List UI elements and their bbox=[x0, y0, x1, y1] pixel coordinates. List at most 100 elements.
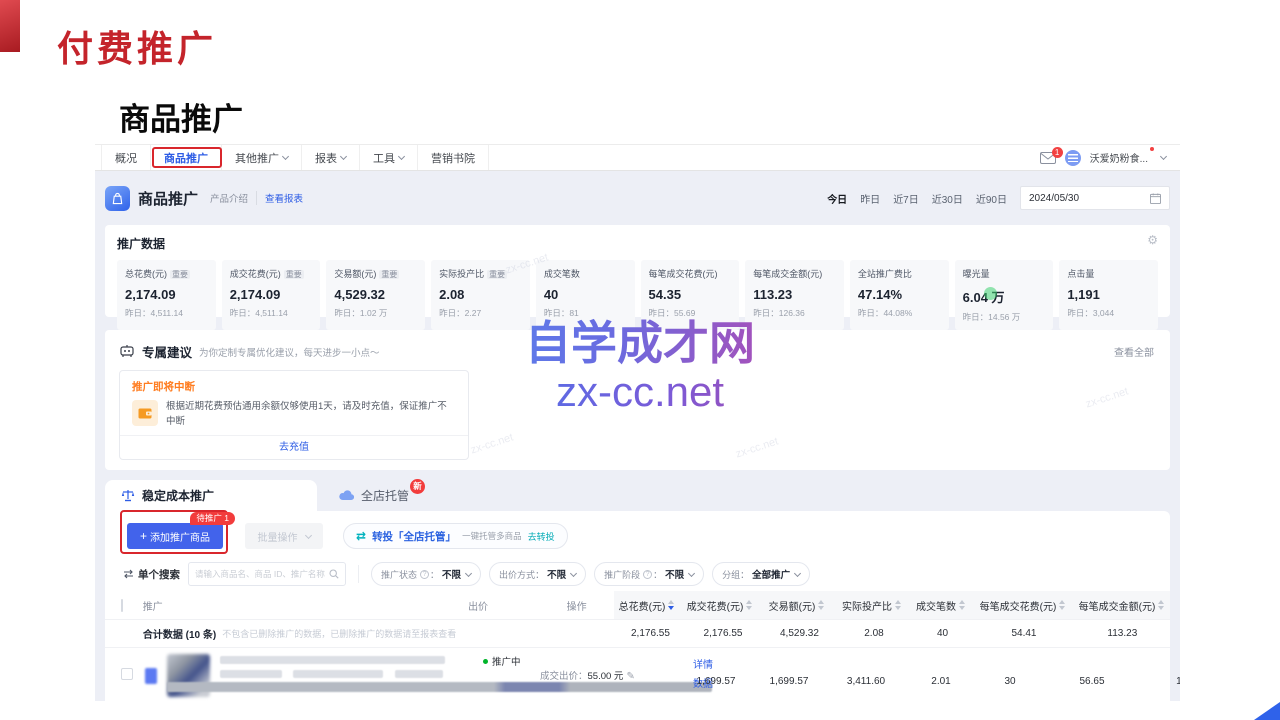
search-input[interactable] bbox=[195, 569, 329, 579]
gear-icon[interactable]: ⚙ bbox=[1147, 233, 1158, 247]
tab-full-store[interactable]: 全店托管 新 bbox=[317, 480, 431, 511]
col-orders[interactable]: 成交笔数 bbox=[910, 598, 972, 613]
sort-icon[interactable] bbox=[959, 600, 966, 610]
col-amount-per-order[interactable]: 每笔成交金额(元) bbox=[1074, 598, 1170, 613]
summary-label: 合计数据 (10 条) bbox=[143, 626, 216, 641]
chevron-down-icon bbox=[688, 569, 695, 576]
promo-data-title: 推广数据 bbox=[117, 235, 1158, 252]
avatar[interactable] bbox=[1065, 150, 1081, 166]
chevron-down-icon[interactable] bbox=[1160, 153, 1167, 160]
bid-info: 成交出价：55.00 元✎ bbox=[540, 668, 635, 682]
view-report-link[interactable]: 查看报表 bbox=[265, 191, 303, 205]
tab-stable-cost[interactable]: 稳定成本推广 bbox=[105, 480, 317, 511]
sort-icon[interactable] bbox=[1158, 600, 1165, 610]
scale-icon bbox=[121, 489, 135, 502]
blurred-tag bbox=[293, 670, 383, 678]
filter-promo-stage[interactable]: 推广阶段：不限 bbox=[594, 562, 704, 586]
wallet-icon bbox=[132, 400, 158, 426]
col-total-spend[interactable]: 总花费(元) bbox=[614, 598, 680, 613]
slide-title: 付费推广 bbox=[57, 20, 217, 72]
chevron-down-icon bbox=[794, 569, 801, 576]
metric-card-deal-spend[interactable]: 成交花费(元)重要 2,174.09 昨日：4,511.14 bbox=[222, 260, 321, 330]
section-heading: 商品推广 bbox=[119, 94, 243, 139]
shopping-bag-icon bbox=[105, 186, 130, 211]
suggestion-title: 专属建议 bbox=[142, 342, 192, 361]
view-all-link[interactable]: 查看全部 bbox=[1114, 344, 1154, 359]
col-op: 操作 bbox=[567, 598, 614, 613]
blurred-tag bbox=[220, 670, 282, 678]
divider bbox=[358, 565, 359, 583]
nav-tab-overview[interactable]: 概况 bbox=[101, 145, 151, 170]
metric-card-sitewide-ratio[interactable]: 全站推广费比 47.14% 昨日：44.08% bbox=[850, 260, 949, 330]
select-all-checkbox[interactable] bbox=[121, 599, 123, 612]
nav-tab-tools[interactable]: 工具 bbox=[360, 145, 418, 170]
important-badge: 重要 bbox=[170, 270, 190, 279]
table-row[interactable]: 推广中 成交出价：55.00 元✎ 详情 数据 1,699.57 1,699.5… bbox=[105, 647, 1170, 701]
metric-card-amount-per-order[interactable]: 每笔成交金额(元) 113.23 昨日：126.36 bbox=[745, 260, 844, 330]
summary-note: 不包含已删除推广的数据，已删除推广的数据请至报表查看 bbox=[222, 627, 456, 640]
sort-icon[interactable] bbox=[1059, 600, 1066, 610]
metric-card-orders[interactable]: 成交笔数 40 昨日：81 bbox=[536, 260, 635, 330]
app-content: 商品推广 产品介绍 查看报表 今日 昨日 近7日 近30日 近90日 2024/… bbox=[95, 171, 1180, 701]
new-badge: 新 bbox=[410, 479, 425, 494]
app-window: 概况 商品推广 其他推广 报表 工具 营销书院 1 沃爱奶粉食... bbox=[95, 144, 1180, 701]
summary-deal-spend: 2,176.55 bbox=[683, 628, 762, 639]
filter-group[interactable]: 分组：全部推广 bbox=[712, 562, 810, 586]
metric-card-clicks[interactable]: 点击量 1,191 昨日：3,044 bbox=[1059, 260, 1158, 330]
metric-card-impressions[interactable]: 曝光量 6.04 万 昨日：14.56 万 bbox=[955, 260, 1054, 330]
search-icon[interactable] bbox=[329, 569, 339, 579]
sort-icon[interactable] bbox=[668, 600, 675, 610]
range-7d[interactable]: 近7日 bbox=[893, 191, 919, 206]
range-yesterday[interactable]: 昨日 bbox=[860, 191, 880, 206]
important-badge: 重要 bbox=[284, 270, 304, 279]
row-checkbox[interactable] bbox=[121, 668, 133, 680]
notification-dot bbox=[1150, 147, 1154, 151]
promo-status: 推广中 bbox=[483, 654, 521, 668]
add-promo-button[interactable]: 添加推广商品 bbox=[127, 523, 223, 549]
recharge-link[interactable]: 去充值 bbox=[120, 435, 468, 459]
date-picker[interactable]: 2024/05/30 bbox=[1020, 186, 1170, 210]
single-search-label: 单个搜索 bbox=[123, 567, 180, 582]
nav-tab-reports[interactable]: 报表 bbox=[302, 145, 360, 170]
metric-card-roi[interactable]: 实际投产比重要 2.08 昨日：2.27 bbox=[431, 260, 530, 330]
pending-promo-badge: 待推广 1 bbox=[190, 512, 235, 525]
edit-icon[interactable]: ✎ bbox=[626, 671, 634, 682]
plus-icon bbox=[140, 529, 147, 543]
chevron-down-icon bbox=[465, 569, 472, 576]
important-badge: 重要 bbox=[487, 270, 507, 279]
metric-card-total-spend[interactable]: 总花费(元)重要 2,174.09 昨日：4,511.14 bbox=[117, 260, 216, 330]
go-transfer-link[interactable]: 去转投 bbox=[528, 530, 555, 543]
range-today[interactable]: 今日 bbox=[827, 191, 847, 206]
table-header: 推广 出价 操作 总花费(元) 成交花费(元) 交易额(元) 实际投产比 成交笔… bbox=[105, 591, 1170, 619]
page-header: 商品推广 产品介绍 查看报表 今日 昨日 近7日 近30日 近90日 2024/… bbox=[105, 171, 1170, 225]
sort-icon[interactable] bbox=[746, 600, 753, 610]
sort-icon[interactable] bbox=[818, 600, 825, 610]
range-90d[interactable]: 近90日 bbox=[976, 191, 1007, 206]
mail-badge: 1 bbox=[1052, 147, 1063, 158]
col-cost-per-order[interactable]: 每笔成交花费(元) bbox=[972, 598, 1074, 613]
sort-icon[interactable] bbox=[895, 600, 902, 610]
filter-bid-type[interactable]: 出价方式：不限 bbox=[489, 562, 586, 586]
col-roi[interactable]: 实际投产比 bbox=[834, 598, 910, 613]
filter-promo-status[interactable]: 推广状态：不限 bbox=[371, 562, 481, 586]
col-deal-spend[interactable]: 成交花费(元) bbox=[680, 598, 760, 613]
nav-tab-other-promo[interactable]: 其他推广 bbox=[222, 145, 302, 170]
swap-arrows-icon bbox=[123, 569, 134, 579]
account-name[interactable]: 沃爱奶粉食... bbox=[1090, 150, 1148, 165]
mail-icon[interactable]: 1 bbox=[1040, 152, 1056, 164]
promo-tab-bar: 稳定成本推广 全店托管 新 bbox=[105, 480, 1170, 511]
status-dot-icon bbox=[483, 659, 488, 664]
col-gmv[interactable]: 交易额(元) bbox=[760, 598, 834, 613]
metric-card-cost-per-order[interactable]: 每笔成交花费(元) 54.35 昨日：55.69 bbox=[641, 260, 740, 330]
chevron-down-icon bbox=[398, 153, 405, 160]
blurred-product-name bbox=[220, 656, 445, 664]
toolbar: 添加推广商品 待推广 1 批量操作 ⇄ 转投「全店托管」 一键托管多商品 去转投 bbox=[105, 511, 1170, 557]
batch-actions-button[interactable]: 批量操作 bbox=[245, 523, 323, 549]
detail-link[interactable]: 详情 bbox=[693, 656, 713, 671]
metric-card-gmv[interactable]: 交易额(元)重要 4,529.32 昨日：1.02 万 bbox=[326, 260, 425, 330]
product-intro-link[interactable]: 产品介绍 bbox=[210, 191, 257, 205]
nav-tab-product-promo[interactable]: 商品推广 bbox=[151, 145, 222, 170]
navbar-right: 1 沃爱奶粉食... bbox=[1040, 145, 1180, 170]
nav-tab-academy[interactable]: 营销书院 bbox=[418, 145, 489, 170]
range-30d[interactable]: 近30日 bbox=[932, 191, 963, 206]
